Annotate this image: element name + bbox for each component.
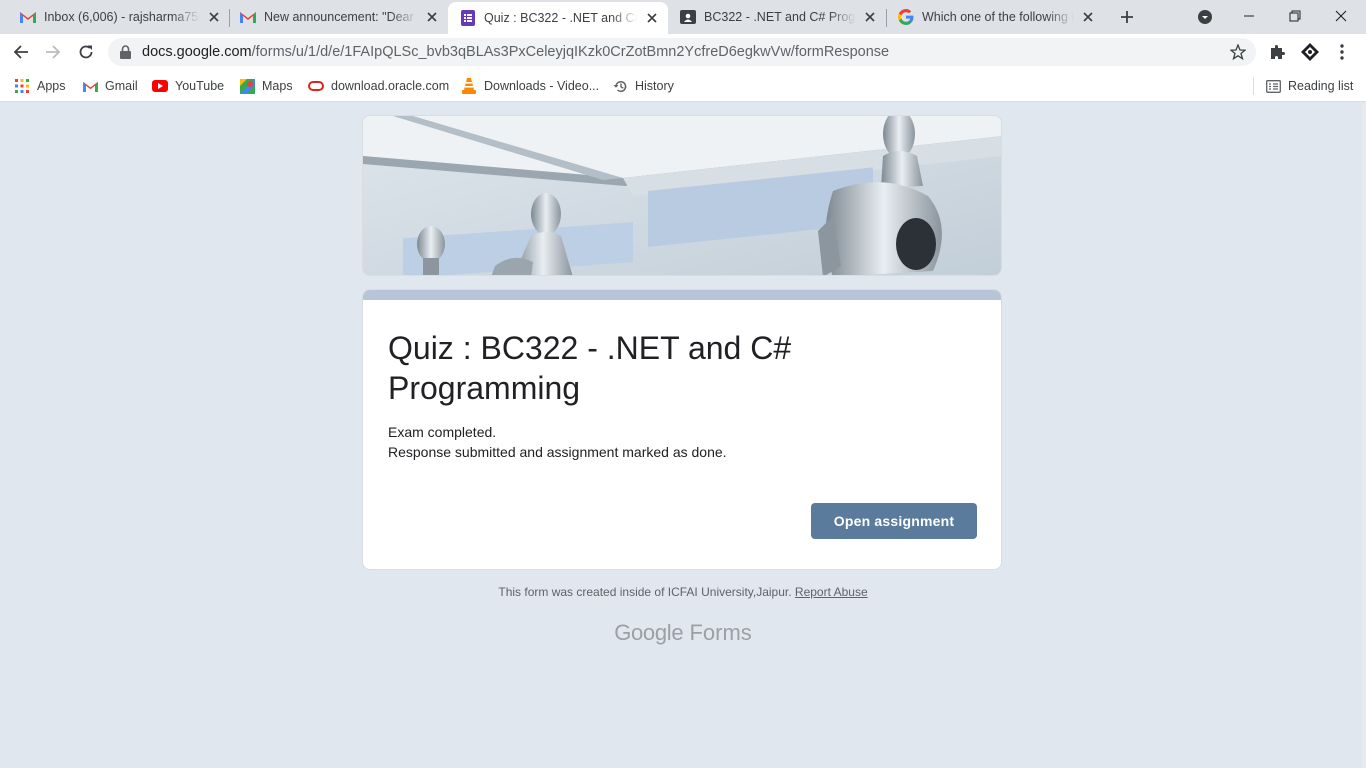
- gmail-icon: [20, 9, 36, 25]
- tab-quiz-form[interactable]: Quiz : BC322 - .NET and C# P…: [448, 2, 668, 34]
- form-header-image: [362, 115, 1002, 276]
- reload-icon: [79, 45, 93, 59]
- tab-title: Which one of the following is…: [922, 10, 1074, 24]
- robots-illustration: [363, 116, 1001, 275]
- page-scrollbar[interactable]: [1362, 102, 1366, 768]
- url-host: docs.google.com: [142, 44, 252, 60]
- reload-button[interactable]: [73, 39, 99, 65]
- tab-strip: Inbox (6,006) - rajsharma752… New announ…: [0, 0, 1366, 34]
- extensions-button[interactable]: [1266, 41, 1288, 63]
- google-wordmark: Google: [614, 620, 684, 645]
- close-tab-icon[interactable]: [862, 9, 878, 25]
- bookmark-downloads[interactable]: Downloads - Video...: [461, 76, 599, 96]
- close-tab-icon[interactable]: [424, 9, 440, 25]
- minimize-icon: [1244, 15, 1254, 17]
- plus-icon: [1121, 11, 1133, 23]
- open-assignment-button[interactable]: Open assignment: [811, 503, 977, 539]
- bookmark-label: download.oracle.com: [331, 79, 450, 93]
- bookmark-label: Apps: [37, 79, 66, 93]
- url-path: /forms/u/1/d/e/1FAIpQLSc_bvb3qBLAs3PxCel…: [251, 44, 890, 60]
- forms-wordmark: Forms: [689, 620, 752, 645]
- tab-title: Quiz : BC322 - .NET and C# P…: [484, 11, 638, 25]
- bookmark-star-icon[interactable]: [1229, 43, 1247, 65]
- extension-button[interactable]: [1299, 41, 1321, 63]
- url-text: docs.google.com/forms/u/1/d/e/1FAIpQLSc_…: [142, 44, 889, 60]
- tab-google-search[interactable]: Which one of the following is…: [886, 0, 1104, 34]
- lock-icon: [120, 45, 131, 64]
- close-window-button[interactable]: [1328, 4, 1354, 28]
- browser-toolbar: docs.google.com/forms/u/1/d/e/1FAIpQLSc_…: [0, 34, 1366, 70]
- tab-search-button[interactable]: [1195, 7, 1215, 27]
- history-icon: [612, 78, 628, 94]
- close-tab-icon[interactable]: [644, 10, 660, 26]
- google-icon: [898, 9, 914, 25]
- form-page: Quiz : BC322 - .NET and C# Programming E…: [0, 102, 1366, 768]
- chevron-down-icon: [1198, 10, 1212, 24]
- report-abuse-link[interactable]: Report Abuse: [795, 585, 868, 599]
- browser-menu-button[interactable]: [1331, 41, 1353, 63]
- bookmark-maps[interactable]: Maps: [239, 76, 293, 96]
- tab-gmail-announcement[interactable]: New announcement: "Dear st…: [228, 0, 448, 34]
- bookmarks-bar: Apps Gmail YouTube Maps download.oracle.…: [0, 70, 1366, 102]
- close-tab-icon[interactable]: [1080, 9, 1096, 25]
- bookmark-oracle[interactable]: download.oracle.com: [308, 76, 449, 96]
- card-accent-bar: [363, 290, 1001, 300]
- address-bar[interactable]: docs.google.com/forms/u/1/d/e/1FAIpQLSc_…: [108, 38, 1256, 66]
- gmail-icon: [82, 78, 98, 94]
- google-forms-icon: [460, 10, 476, 26]
- google-classroom-icon: [680, 9, 696, 25]
- tab-classroom[interactable]: BC322 - .NET and C# Program…: [668, 0, 886, 34]
- minimize-button[interactable]: [1236, 4, 1262, 28]
- footer-text: This form was created inside of ICFAI Un…: [498, 585, 792, 599]
- bookmark-label: YouTube: [175, 79, 225, 93]
- vlc-icon: [461, 78, 477, 94]
- more-vert-icon: [1340, 44, 1344, 60]
- tab-title: Inbox (6,006) - rajsharma752…: [44, 10, 200, 24]
- arrow-right-icon: [46, 45, 61, 59]
- bookmark-label: History: [635, 79, 674, 93]
- reading-list-button[interactable]: Reading list: [1265, 76, 1353, 96]
- bookmark-apps[interactable]: Apps: [14, 76, 66, 96]
- gmail-icon: [240, 9, 256, 25]
- bookmarks-divider: [1253, 77, 1254, 95]
- confirmation-line-1: Exam completed.: [388, 424, 497, 440]
- new-tab-button[interactable]: [1116, 6, 1138, 28]
- confirmation-line-2: Response submitted and assignment marked…: [388, 444, 727, 460]
- tab-title: BC322 - .NET and C# Program…: [704, 10, 856, 24]
- arrow-left-icon: [13, 45, 28, 59]
- close-icon: [1335, 10, 1347, 22]
- oracle-icon: [308, 78, 324, 94]
- bookmark-label: Gmail: [105, 79, 138, 93]
- bookmark-label: Maps: [262, 79, 293, 93]
- reading-list-label: Reading list: [1288, 79, 1354, 93]
- reading-list-icon: [1265, 78, 1281, 94]
- bookmark-gmail[interactable]: Gmail: [82, 76, 138, 96]
- form-footer: This form was created inside of ICFAI Un…: [0, 585, 1366, 599]
- bookmark-history[interactable]: History: [612, 76, 674, 96]
- tab-title: New announcement: "Dear st…: [264, 10, 418, 24]
- form-card: Quiz : BC322 - .NET and C# Programming E…: [362, 289, 1002, 570]
- bookmark-label: Downloads - Video...: [484, 79, 600, 93]
- form-title: Quiz : BC322 - .NET and C# Programming: [388, 330, 792, 406]
- close-tab-icon[interactable]: [206, 9, 222, 25]
- restore-button[interactable]: [1282, 4, 1308, 28]
- restore-icon: [1289, 10, 1301, 22]
- youtube-icon: [152, 78, 168, 94]
- apps-grid-icon: [14, 78, 30, 94]
- back-button[interactable]: [8, 39, 34, 65]
- extension-badge-icon: [1301, 43, 1319, 61]
- google-forms-logo[interactable]: Google Forms: [0, 620, 1366, 646]
- confirmation-message: Exam completed. Response submitted and a…: [388, 422, 727, 462]
- forward-button[interactable]: [40, 39, 66, 65]
- tab-gmail-inbox[interactable]: Inbox (6,006) - rajsharma752…: [8, 0, 230, 34]
- bookmark-youtube[interactable]: YouTube: [152, 76, 224, 96]
- maps-icon: [239, 78, 255, 94]
- puzzle-icon: [1271, 45, 1285, 59]
